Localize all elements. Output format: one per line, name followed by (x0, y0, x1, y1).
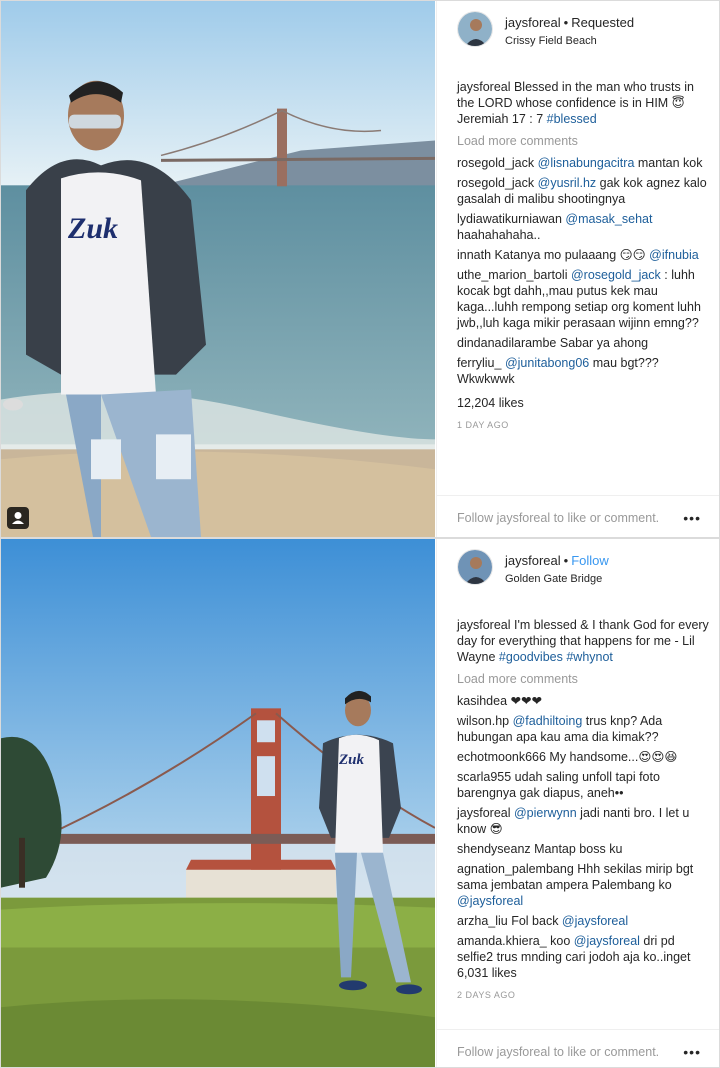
location-link[interactable]: Golden Gate Bridge (505, 572, 609, 586)
mention-link[interactable]: @jaysforeal (457, 894, 523, 908)
comment-item: agnation_palembang Hhh sekilas mirip bgt… (457, 861, 711, 909)
mention-link[interactable]: @junitabong06 (505, 356, 589, 370)
requested-status[interactable]: Requested (571, 15, 634, 30)
comment-username[interactable]: shendyseanz (457, 842, 531, 856)
comment-username[interactable]: dindanadilarambe (457, 336, 556, 350)
timestamp[interactable]: 1 DAY AGO (457, 417, 711, 433)
mention-link[interactable]: @lisnabungacitra (538, 156, 635, 170)
comment-item: amanda.khiera_ koo @jaysforeal dri pd se… (457, 933, 711, 965)
mention-link[interactable]: @jaysforeal (562, 914, 628, 928)
comments-list: jaysforeal I'm blessed & I thank God for… (437, 597, 719, 1003)
post-1-side-panel: jaysforeal • Requested Crissy Field Beach … (436, 1, 719, 537)
post-header: jaysforeal • Requested Crissy Field Beach (437, 1, 719, 59)
post-footer: Follow jaysforeal to like or comment. ••… (437, 1029, 719, 1067)
comment-text: Katanya mo pulaaang 😏😏 (491, 248, 650, 262)
comment-username[interactable]: ferryliu_ (457, 356, 501, 370)
follow-to-comment-text[interactable]: Follow jaysforeal to like or comment. (457, 1045, 659, 1059)
comment-item: shendyseanz Mantap boss ku (457, 841, 711, 857)
comment-item: innath Katanya mo pulaaang 😏😏 @ifnubia (457, 247, 711, 263)
comment-item: wilson.hp @fadhiltoing trus knp? Ada hub… (457, 713, 711, 745)
comment-username[interactable]: rosegold_jack (457, 156, 534, 170)
comment-item: dindanadilarambe Sabar ya ahong (457, 335, 711, 351)
comment-text: Sabar ya ahong (556, 336, 649, 350)
comment-item: rosegold_jack @yusril.hz gak kok agnez k… (457, 175, 711, 207)
mention-link[interactable]: @masak_sehat (565, 212, 652, 226)
comment-username[interactable]: arzha_liu (457, 914, 508, 928)
comment-text: Fol back (507, 914, 562, 928)
mention-link[interactable]: @yusril.hz (538, 176, 597, 190)
comment-item: jaysforeal @pierwynn jadi nanti bro. I l… (457, 805, 711, 837)
post-photo-beach[interactable]: Zuk (1, 1, 435, 537)
comment-item: uthe_marion_bartoli @rosegold_jack : luh… (457, 267, 711, 331)
avatar[interactable] (457, 549, 493, 585)
comment-username[interactable]: rosegold_jack (457, 176, 534, 190)
comment-username[interactable]: scarla955 (457, 770, 511, 784)
comment-item: scarla955 udah saling unfoll tapi foto b… (457, 769, 711, 801)
post-photo-bridge[interactable]: Zuk (1, 539, 435, 1067)
more-options-icon[interactable]: ••• (683, 510, 701, 526)
comment-text: ❤❤❤ (507, 694, 542, 708)
follow-to-comment-text[interactable]: Follow jaysforeal to like or comment. (457, 511, 659, 525)
avatar[interactable] (457, 11, 493, 47)
comment-item: arzha_liu Fol back @jaysforeal (457, 913, 711, 929)
mention-link[interactable]: @rosegold_jack (571, 268, 661, 282)
comment-username[interactable]: echotmoonk666 (457, 750, 546, 764)
comment-item: ferryliu_ @junitabong06 mau bgt??? Wkwkw… (457, 355, 711, 387)
comment-text: mantan kok (634, 156, 703, 170)
location-link[interactable]: Crissy Field Beach (505, 34, 634, 48)
comment-text: haahahahaha.. (457, 228, 541, 242)
mention-link[interactable]: @fadhiltoing (513, 714, 583, 728)
more-options-icon[interactable]: ••• (683, 1044, 701, 1060)
caption-username[interactable]: jaysforeal (457, 618, 511, 632)
post-footer: Follow jaysforeal to like or comment. ••… (437, 495, 719, 537)
follow-button[interactable]: Follow (571, 553, 609, 568)
mention-link[interactable]: @ifnubia (649, 248, 699, 262)
post-header: jaysforeal • Follow Golden Gate Bridge (437, 539, 719, 597)
caption-username[interactable]: jaysforeal (457, 80, 511, 94)
post-1: Zuk jaysforeal • Requested Crissy Field Be… (0, 0, 720, 538)
caption: jaysforeal Blessed in the man who trusts… (457, 79, 711, 127)
comment-username[interactable]: wilson.hp (457, 714, 509, 728)
svg-text:Zuk: Zuk (67, 212, 118, 245)
post-2-side-panel: jaysforeal • Follow Golden Gate Bridge jay… (436, 539, 719, 1067)
comment-username[interactable]: jaysforeal (457, 806, 511, 820)
user-tag-icon[interactable] (7, 507, 29, 529)
comment-item: lydiawatikurniawan @masak_sehat haahahah… (457, 211, 711, 243)
comment-username[interactable]: uthe_marion_bartoli (457, 268, 568, 282)
username-link[interactable]: jaysforeal (505, 15, 561, 30)
comment-text: My handsome...😍😍😆 (545, 750, 678, 764)
comment-username[interactable]: kasihdea (457, 694, 507, 708)
comment-item: echotmoonk666 My handsome...😍😍😆 (457, 749, 711, 765)
caption: jaysforeal I'm blessed & I thank God for… (457, 617, 711, 665)
comment-items: kasihdea ❤❤❤ wilson.hp @fadhiltoing trus … (457, 693, 711, 965)
comment-username[interactable]: lydiawatikurniawan (457, 212, 562, 226)
svg-text:Zuk: Zuk (338, 752, 365, 768)
comment-items: rosegold_jack @lisnabungacitra mantan ko… (457, 155, 711, 387)
likes-count[interactable]: 6,031 likes (457, 965, 711, 981)
likes-count[interactable]: 12,204 likes (457, 395, 711, 411)
bridge-photo-image: Zuk (1, 539, 435, 1067)
comment-text: Mantap boss ku (530, 842, 623, 856)
username-link[interactable]: jaysforeal (505, 553, 561, 568)
comment-item: kasihdea ❤❤❤ (457, 693, 711, 709)
mention-link[interactable]: @jaysforeal (574, 934, 640, 948)
hashtag-link[interactable]: #goodvibes #whynot (499, 650, 613, 664)
comment-text: koo (546, 934, 574, 948)
post-2: Zuk jaysforeal • Follow Golden Gate Bridge… (0, 538, 720, 1068)
comments-list: jaysforeal Blessed in the man who trusts… (437, 59, 719, 433)
load-more-comments[interactable]: Load more comments (457, 671, 711, 687)
comment-username[interactable]: innath (457, 248, 491, 262)
hashtag-link[interactable]: #blessed (547, 112, 597, 126)
comment-item: rosegold_jack @lisnabungacitra mantan ko… (457, 155, 711, 171)
load-more-comments[interactable]: Load more comments (457, 133, 711, 149)
comment-username[interactable]: agnation_palembang (457, 862, 574, 876)
timestamp[interactable]: 2 DAYS AGO (457, 987, 711, 1003)
beach-photo-image: Zuk (1, 1, 435, 537)
mention-link[interactable]: @pierwynn (514, 806, 577, 820)
comment-username[interactable]: amanda.khiera_ (457, 934, 547, 948)
